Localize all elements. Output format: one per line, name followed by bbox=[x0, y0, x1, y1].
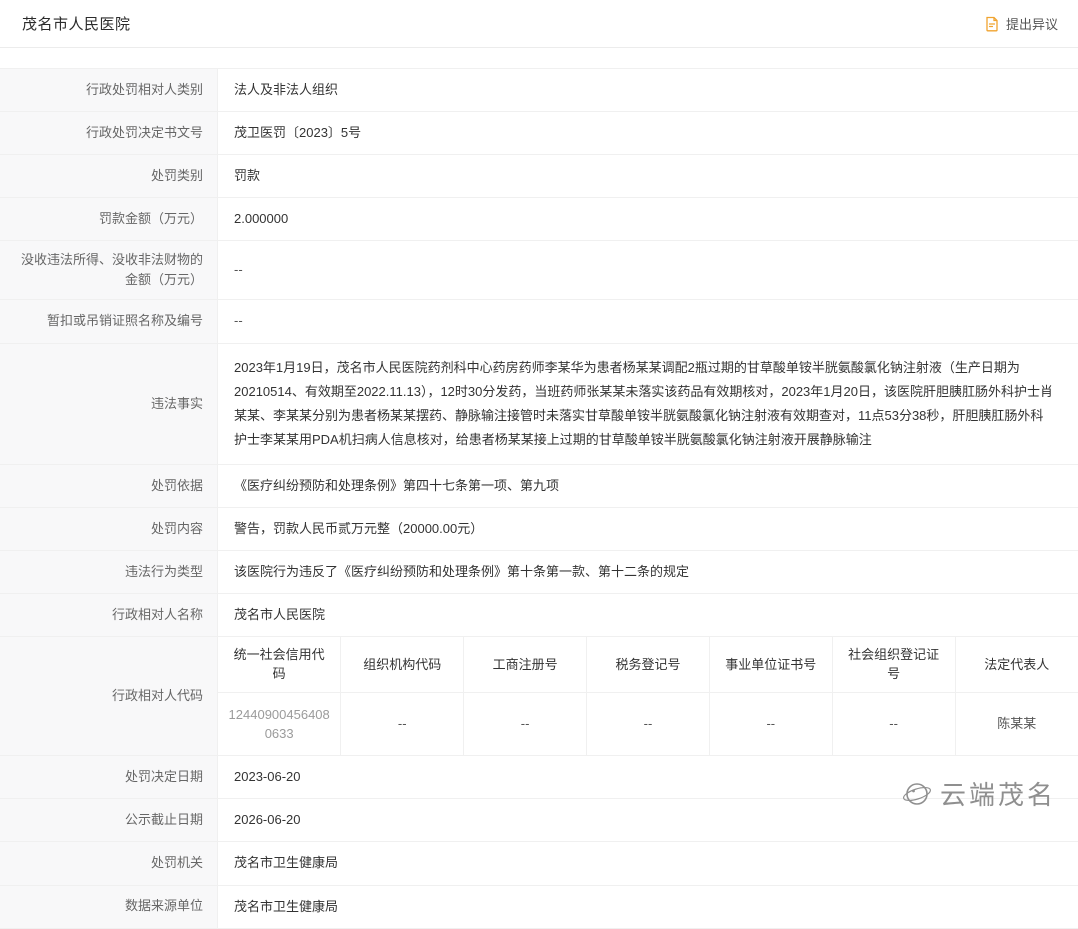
row-violation-type: 违法行为类型 该医院行为违反了《医疗纠纷预防和处理条例》第十条第一款、第十二条的… bbox=[0, 551, 1078, 594]
row-decision-number: 行政处罚决定书文号 茂卫医罚〔2023〕5号 bbox=[0, 112, 1078, 155]
field-label: 公示截止日期 bbox=[0, 799, 218, 841]
field-label: 处罚依据 bbox=[0, 465, 218, 507]
org-code-value: -- bbox=[341, 692, 464, 755]
row-party-codes: 行政相对人代码 统一社会信用代码 组织机构代码 工商注册号 税务登记号 事业单位… bbox=[0, 637, 1078, 757]
field-label: 处罚内容 bbox=[0, 508, 218, 550]
table-row: 124409004564080633 -- -- -- -- -- 陈某某 bbox=[218, 692, 1078, 755]
row-penalty-content: 处罚内容 警告，罚款人民币贰万元整（20000.00元） bbox=[0, 508, 1078, 551]
field-value: -- bbox=[218, 241, 1078, 299]
field-label: 暂扣或吊销证照名称及编号 bbox=[0, 300, 218, 342]
row-license-revocation: 暂扣或吊销证照名称及编号 -- bbox=[0, 300, 1078, 343]
institution-cert-number-value: -- bbox=[709, 692, 832, 755]
row-party-name: 行政相对人名称 茂名市人民医院 bbox=[0, 594, 1078, 637]
dispute-document-icon bbox=[984, 16, 1000, 32]
field-value: 警告，罚款人民币贰万元整（20000.00元） bbox=[218, 508, 1078, 550]
field-label: 处罚决定日期 bbox=[0, 756, 218, 798]
row-penalty-category: 处罚类别 罚款 bbox=[0, 155, 1078, 198]
field-label: 行政相对人名称 bbox=[0, 594, 218, 636]
field-label: 数据来源单位 bbox=[0, 886, 218, 928]
field-value: 茂名市人民医院 bbox=[218, 594, 1078, 636]
row-confiscation-amount: 没收违法所得、没收非法财物的金额（万元） -- bbox=[0, 241, 1078, 300]
row-fine-amount: 罚款金额（万元） 2.000000 bbox=[0, 198, 1078, 241]
row-illegal-facts: 违法事实 2023年1月19日，茂名市人民医院药剂科中心药房药师李某华为患者杨某… bbox=[0, 344, 1078, 465]
field-value: 茂名市卫生健康局 bbox=[218, 842, 1078, 884]
row-party-category: 行政处罚相对人类别 法人及非法人组织 bbox=[0, 69, 1078, 112]
field-value: 2.000000 bbox=[218, 198, 1078, 240]
page-title: 茂名市人民医院 bbox=[22, 13, 131, 34]
col-institution-cert-number: 事业单位证书号 bbox=[709, 637, 832, 693]
watermark-text: 云端茂名 bbox=[940, 775, 1056, 812]
dispute-button-label: 提出异议 bbox=[1006, 14, 1058, 33]
party-codes-table-wrap: 统一社会信用代码 组织机构代码 工商注册号 税务登记号 事业单位证书号 社会组织… bbox=[218, 637, 1078, 756]
col-tax-reg-number: 税务登记号 bbox=[587, 637, 710, 693]
col-legal-representative: 法定代表人 bbox=[955, 637, 1078, 693]
header: 茂名市人民医院 提出异议 bbox=[0, 0, 1078, 48]
field-value: 茂名市卫生健康局 bbox=[218, 886, 1078, 928]
field-value: 该医院行为违反了《医疗纠纷预防和处理条例》第十条第一款、第十二条的规定 bbox=[218, 551, 1078, 593]
field-label: 违法行为类型 bbox=[0, 551, 218, 593]
field-value: 法人及非法人组织 bbox=[218, 69, 1078, 111]
col-social-org-reg-number: 社会组织登记证号 bbox=[832, 637, 955, 693]
field-value: 2023年1月19日，茂名市人民医院药剂科中心药房药师李某华为患者杨某某调配2瓶… bbox=[218, 344, 1078, 464]
field-value: 茂卫医罚〔2023〕5号 bbox=[218, 112, 1078, 154]
row-data-source-unit: 数据来源单位 茂名市卫生健康局 bbox=[0, 886, 1078, 929]
watermark: 云端茂名 bbox=[902, 775, 1056, 812]
col-business-reg-number: 工商注册号 bbox=[464, 637, 587, 693]
field-label: 没收违法所得、没收非法财物的金额（万元） bbox=[0, 241, 218, 299]
field-label: 处罚类别 bbox=[0, 155, 218, 197]
col-unified-credit-code: 统一社会信用代码 bbox=[218, 637, 341, 693]
field-label: 违法事实 bbox=[0, 344, 218, 464]
social-org-reg-number-value: -- bbox=[832, 692, 955, 755]
field-value: -- bbox=[218, 300, 1078, 342]
business-reg-number-value: -- bbox=[464, 692, 587, 755]
unified-credit-code-value: 124409004564080633 bbox=[218, 692, 341, 755]
field-label: 行政处罚决定书文号 bbox=[0, 112, 218, 154]
row-penalty-basis: 处罚依据 《医疗纠纷预防和处理条例》第四十七条第一项、第九项 bbox=[0, 465, 1078, 508]
tax-reg-number-value: -- bbox=[587, 692, 710, 755]
field-label: 行政处罚相对人类别 bbox=[0, 69, 218, 111]
dispute-button[interactable]: 提出异议 bbox=[984, 14, 1058, 33]
field-value: 《医疗纠纷预防和处理条例》第四十七条第一项、第九项 bbox=[218, 465, 1078, 507]
col-org-code: 组织机构代码 bbox=[341, 637, 464, 693]
party-codes-table: 统一社会信用代码 组织机构代码 工商注册号 税务登记号 事业单位证书号 社会组织… bbox=[218, 637, 1078, 756]
legal-representative-value: 陈某某 bbox=[955, 692, 1078, 755]
field-label: 处罚机关 bbox=[0, 842, 218, 884]
field-value: 罚款 bbox=[218, 155, 1078, 197]
field-label: 罚款金额（万元） bbox=[0, 198, 218, 240]
globe-icon bbox=[902, 779, 932, 809]
field-label: 行政相对人代码 bbox=[0, 637, 218, 756]
row-penalty-authority: 处罚机关 茂名市卫生健康局 bbox=[0, 842, 1078, 885]
